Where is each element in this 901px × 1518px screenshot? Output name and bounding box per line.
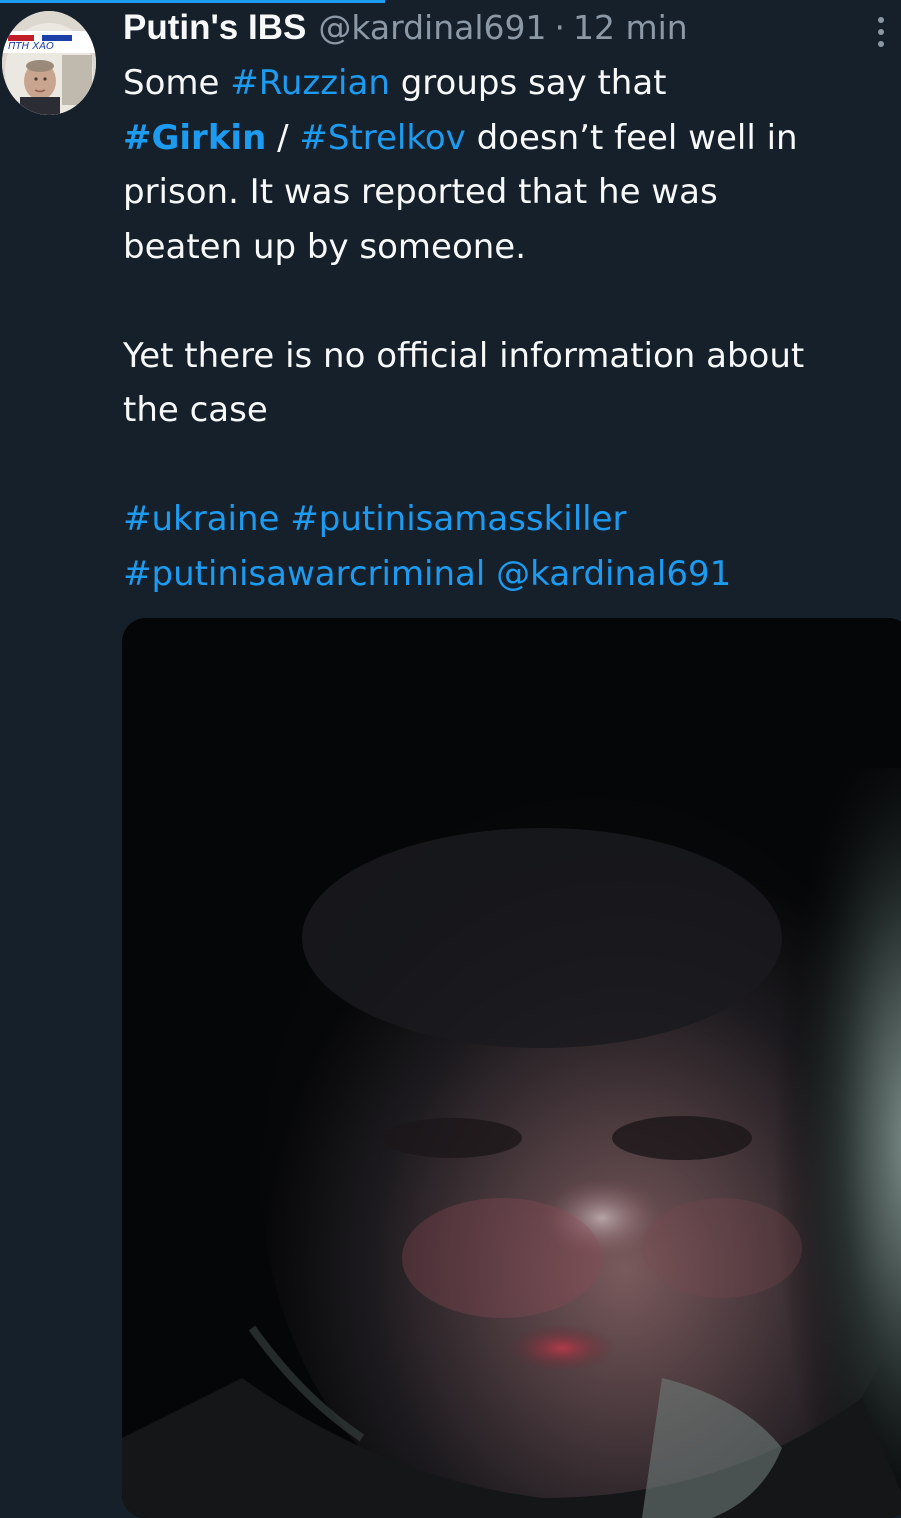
- more-options-button[interactable]: [866, 12, 896, 52]
- text-run: /: [266, 117, 300, 158]
- tweet-line: Yet there is no official information abo…: [123, 329, 893, 384]
- photo-image: [122, 618, 901, 1518]
- mention-kardinal691[interactable]: @kardinal691: [496, 554, 731, 594]
- tweet-line: #Girkin / #Strelkov doesn’t feel well in: [123, 111, 893, 166]
- hashtag-ukraine[interactable]: #ukraine: [123, 499, 279, 539]
- separator-dot: ·: [554, 8, 566, 47]
- tweet-line: Some #Ruzzian groups say that: [123, 56, 893, 111]
- timestamp[interactable]: 12 min: [573, 8, 688, 47]
- text-run: doesn’t feel well in: [465, 117, 798, 158]
- hashtag-putinisamasskiller[interactable]: #putinisamasskiller: [290, 499, 626, 539]
- text-run: groups say that: [389, 63, 667, 103]
- user-handle[interactable]: @kardinal691: [318, 8, 546, 47]
- tweet-header: Putin's IBS @kardinal691 · 12 min: [123, 8, 688, 52]
- hashtag-putinisawarcriminal[interactable]: #putinisawarcriminal: [123, 554, 485, 594]
- text-run: beaten up by someone.: [123, 226, 527, 267]
- avatar[interactable]: ПТН ХАО: [2, 11, 96, 115]
- tweet-line: #ukraine #putinisamasskiller: [123, 492, 893, 547]
- display-name[interactable]: Putin's IBS: [123, 8, 306, 48]
- text-run: [279, 499, 290, 539]
- text-run: prison. It was reported that he was: [123, 172, 718, 212]
- tweet-media-photo[interactable]: [122, 618, 901, 1518]
- text-run: Yet there is no official information abo…: [123, 335, 805, 376]
- tweet-line: beaten up by someone.: [123, 220, 893, 275]
- tweet-line: prison. It was reported that he was: [123, 165, 893, 220]
- avatar-image: ПТН ХАО: [2, 11, 96, 115]
- more-vertical-icon: [878, 17, 884, 23]
- tweet-text: Some #Ruzzian groups say that #Girkin / …: [123, 56, 893, 601]
- more-vertical-icon-dot: [878, 41, 884, 47]
- tweet-line: the case: [123, 383, 893, 438]
- svg-text:ПТН ХАО: ПТН ХАО: [8, 41, 54, 52]
- text-run: the case: [123, 390, 268, 430]
- hashtag-ruzzian[interactable]: #Ruzzian: [230, 63, 390, 103]
- hashtag-strelkov[interactable]: #Strelkov: [299, 118, 465, 158]
- tweet-line: #putinisawarcriminal @kardinal691: [123, 547, 893, 602]
- text-run: [485, 554, 496, 594]
- hashtag-girkin[interactable]: #Girkin: [123, 118, 266, 158]
- more-vertical-icon-dot: [878, 29, 884, 35]
- text-run: Some: [123, 63, 231, 103]
- tweet[interactable]: ПТН ХАО Putin's IBS @kardinal691 · 12 mi…: [0, 0, 901, 1518]
